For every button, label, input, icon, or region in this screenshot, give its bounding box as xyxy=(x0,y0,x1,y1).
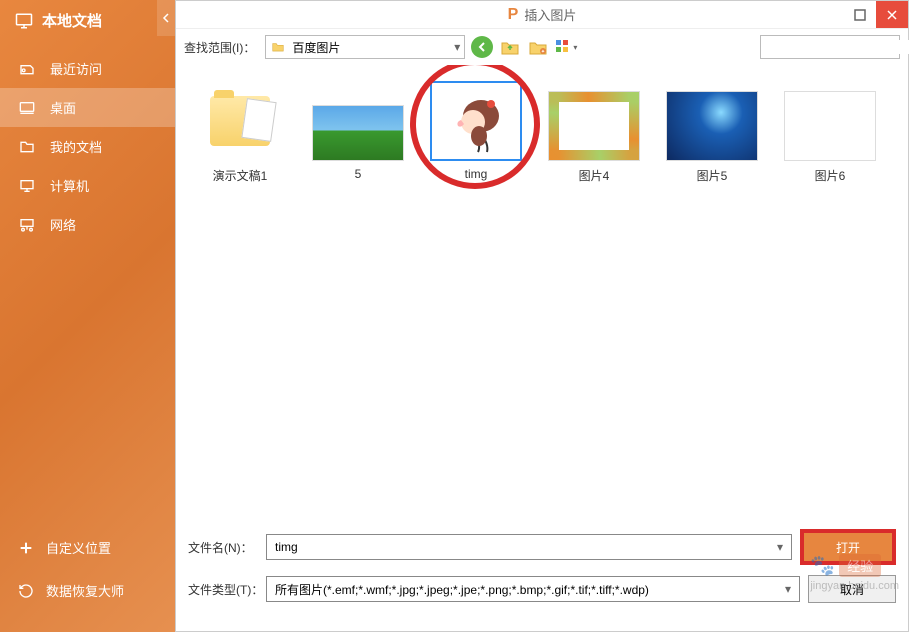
search-input[interactable] xyxy=(767,40,909,54)
up-folder-button[interactable] xyxy=(499,36,521,58)
toolbar-icons: ✦ ▾ xyxy=(471,36,577,58)
documents-icon xyxy=(18,139,36,155)
sidebar-item-network[interactable]: 网络 xyxy=(0,205,175,244)
sidebar-item-label: 计算机 xyxy=(50,176,89,195)
chevron-down-icon: ▾ xyxy=(573,43,577,52)
new-folder-button[interactable]: ✦ xyxy=(527,36,549,58)
file-item-image[interactable]: 图片5 xyxy=(658,77,766,188)
file-label: 图片4 xyxy=(579,167,610,184)
computer-icon xyxy=(18,178,36,194)
network-icon xyxy=(18,217,36,233)
folder-select-value: 百度图片 xyxy=(292,39,454,56)
sidebar-item-label: 最近访问 xyxy=(50,59,102,78)
file-item-image-selected[interactable]: timg xyxy=(422,77,530,188)
filename-input[interactable] xyxy=(275,540,777,554)
sidebar-item-label: 我的文档 xyxy=(50,137,102,156)
folder-select[interactable]: 百度图片 ▾ xyxy=(265,35,465,59)
file-label: 图片5 xyxy=(697,167,728,184)
close-icon xyxy=(886,9,898,21)
filetype-row: 文件类型(T)： 所有图片(*.emf;*.wmf;*.jpg;*.jpeg;*… xyxy=(188,575,896,603)
sidebar-item-desktop[interactable]: 桌面 xyxy=(0,88,175,127)
file-label: 5 xyxy=(355,167,362,181)
file-label: timg xyxy=(465,167,488,181)
search-box[interactable] xyxy=(760,35,900,59)
folder-up-icon xyxy=(501,39,519,55)
footer-item-label: 数据恢复大师 xyxy=(46,581,124,600)
filetype-label: 文件类型(T)： xyxy=(188,581,266,598)
toolbar: 查找范围(I)： 百度图片 ▾ ✦ ▾ xyxy=(176,29,908,65)
file-item-folder[interactable]: 演示文稿1 xyxy=(186,77,294,188)
data-recovery-button[interactable]: 数据恢复大师 xyxy=(0,569,175,612)
grid-view-icon xyxy=(555,39,571,55)
chevron-down-icon[interactable]: ▾ xyxy=(777,540,783,554)
app-logo-icon: P xyxy=(508,6,519,24)
footer-item-label: 自定义位置 xyxy=(46,538,111,557)
filename-label: 文件名(N)： xyxy=(188,539,266,556)
maximize-icon xyxy=(854,9,866,21)
sidebar-item-documents[interactable]: 我的文档 xyxy=(0,127,175,166)
desktop-icon xyxy=(18,100,36,116)
file-label: 演示文稿1 xyxy=(213,167,268,184)
sidebar-item-label: 网络 xyxy=(50,215,76,234)
plus-icon xyxy=(18,540,34,556)
arrow-left-icon xyxy=(476,41,488,53)
window-title: 插入图片 xyxy=(524,5,576,24)
cartoon-girl-icon xyxy=(441,86,511,156)
folder-new-icon: ✦ xyxy=(529,39,547,55)
sidebar-collapse-button[interactable] xyxy=(157,0,175,36)
back-button[interactable] xyxy=(471,36,493,58)
svg-text:✦: ✦ xyxy=(541,49,545,55)
chevron-left-icon xyxy=(162,13,170,23)
titlebar: P 插入图片 xyxy=(176,1,908,29)
sidebar-item-recent[interactable]: 最近访问 xyxy=(0,49,175,88)
filename-row: 文件名(N)： ▾ 打开 xyxy=(188,529,896,565)
close-button[interactable] xyxy=(876,1,908,28)
chevron-down-icon: ▾ xyxy=(454,40,460,54)
folder-icon xyxy=(270,40,286,54)
sidebar-footer: 自定义位置 数据恢复大师 xyxy=(0,526,175,632)
bottom-panel: 文件名(N)： ▾ 打开 文件类型(T)： 所有图片(*.emf;*.wmf;*… xyxy=(176,519,908,631)
chevron-down-icon[interactable]: ▾ xyxy=(785,582,791,596)
monitor-icon xyxy=(14,12,34,30)
view-mode-button[interactable]: ▾ xyxy=(555,36,577,58)
file-item-image[interactable]: 图片4 xyxy=(540,77,648,188)
file-grid: 演示文稿1 5 xyxy=(176,65,908,519)
file-item-image[interactable]: 5 xyxy=(304,77,412,188)
window-controls xyxy=(844,1,908,28)
main-panel: P 插入图片 查找范围(I)： 百度图片 ▾ xyxy=(175,0,909,632)
file-label: 图片6 xyxy=(815,167,846,184)
titlebar-title-group: P 插入图片 xyxy=(508,5,577,24)
sidebar-title: 本地文档 xyxy=(42,10,102,31)
recent-icon xyxy=(18,61,36,77)
filename-input-wrap[interactable]: ▾ xyxy=(266,534,792,560)
filetype-value: 所有图片(*.emf;*.wmf;*.jpg;*.jpeg;*.jpe;*.pn… xyxy=(275,581,785,598)
cancel-button[interactable]: 取消 xyxy=(808,575,896,603)
sidebar-item-computer[interactable]: 计算机 xyxy=(0,166,175,205)
custom-location-button[interactable]: 自定义位置 xyxy=(0,526,175,569)
sidebar: 本地文档 最近访问 桌面 我的文档 计算机 xyxy=(0,0,175,632)
maximize-button[interactable] xyxy=(844,1,876,28)
open-button-highlight: 打开 xyxy=(800,529,896,565)
sidebar-items: 最近访问 桌面 我的文档 计算机 网络 xyxy=(0,49,175,526)
sidebar-item-label: 桌面 xyxy=(50,98,76,117)
filetype-select[interactable]: 所有图片(*.emf;*.wmf;*.jpg;*.jpeg;*.jpe;*.pn… xyxy=(266,576,800,602)
file-item-image[interactable]: 图片6 xyxy=(776,77,884,188)
restore-icon xyxy=(18,583,34,599)
sidebar-header: 本地文档 xyxy=(0,0,175,41)
lookin-label: 查找范围(I)： xyxy=(184,39,255,56)
open-button[interactable]: 打开 xyxy=(804,533,892,561)
